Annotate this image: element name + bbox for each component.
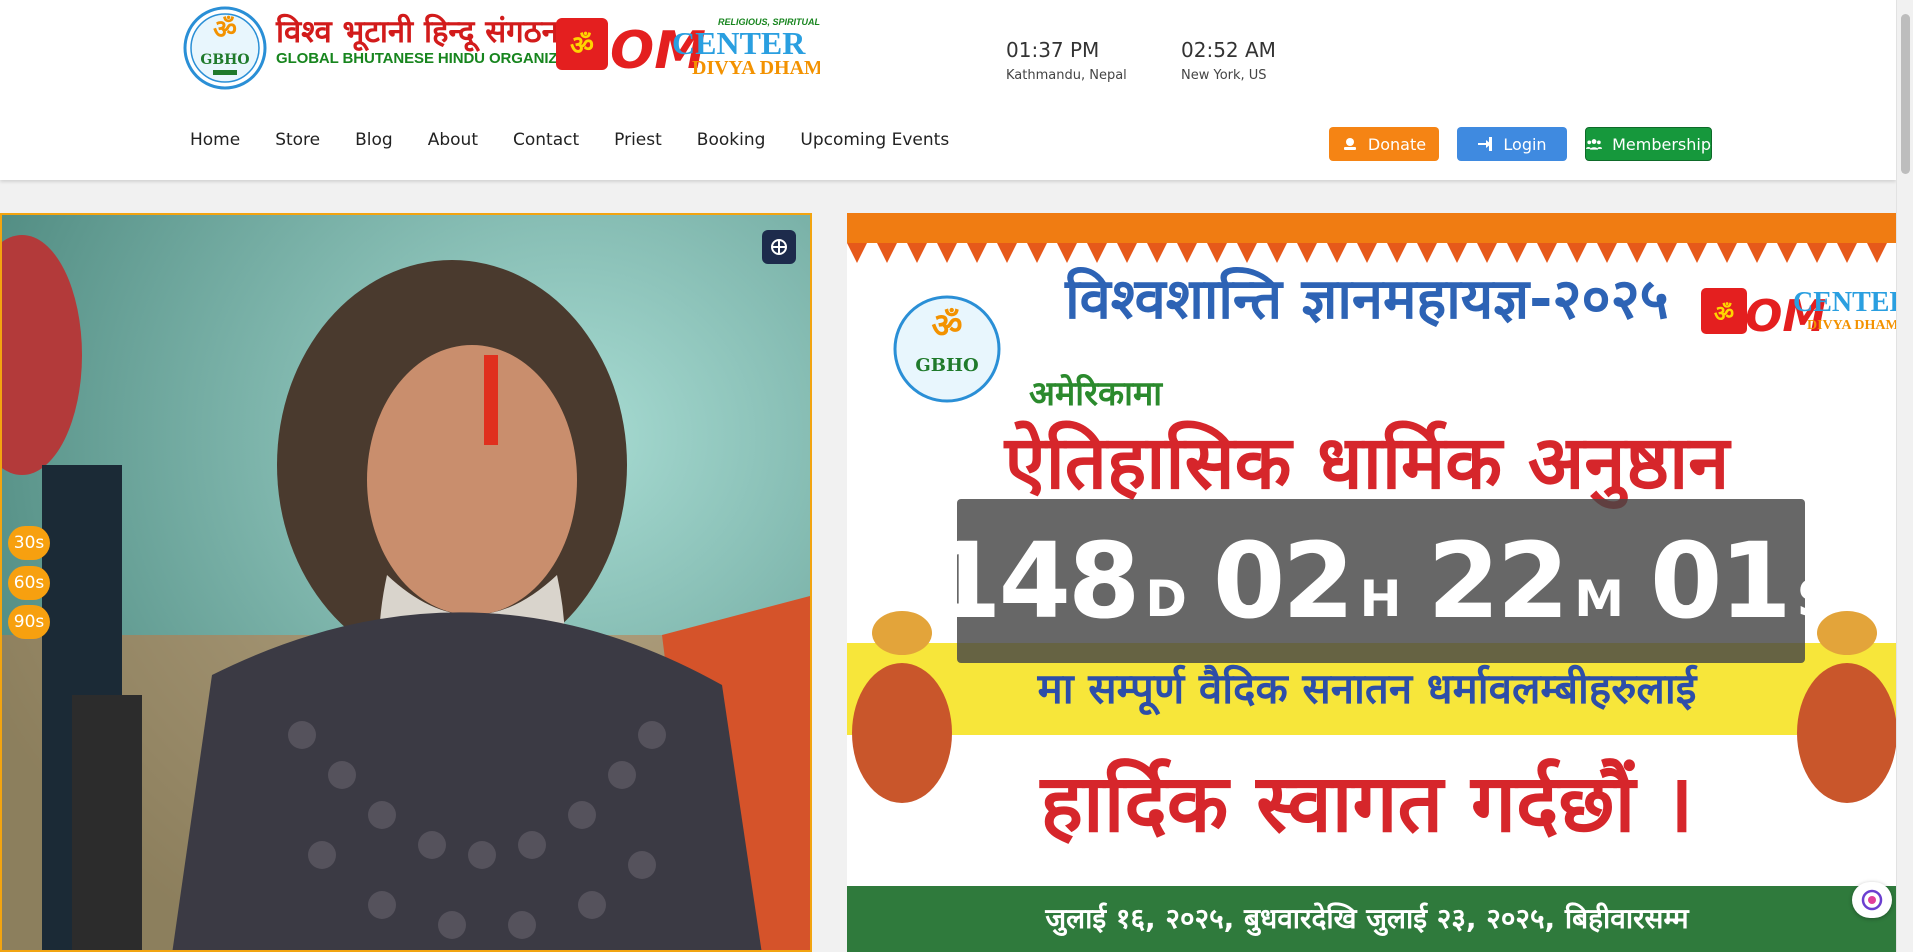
- om-center-logo-icon[interactable]: ॐ OM RELIGIOUS, SPIRITUAL & CULTURAL CEN…: [554, 14, 820, 76]
- assistant-button[interactable]: [1852, 882, 1892, 918]
- hand-coin-icon: [1343, 138, 1356, 150]
- video-frame-sadhu: [2, 215, 810, 950]
- svg-text:जुलाई १६, २०२५, बुधवारदेखि जुल: जुलाई १६, २०२५, बुधवारदेखि जुलाई २३, २०२…: [1044, 902, 1689, 936]
- video-player[interactable]: [0, 213, 812, 952]
- nav-upcoming-events[interactable]: Upcoming Events: [800, 130, 949, 150]
- nav-booking[interactable]: Booking: [697, 130, 766, 150]
- sign-in-icon: [1478, 137, 1493, 151]
- svg-text:मा सम्पूर्ण वैदिक सनातन धर्माव: मा सम्पूर्ण वैदिक सनातन धर्मावलम्बीहरुला…: [1037, 664, 1699, 716]
- svg-text:ॐ: ॐ: [1714, 301, 1734, 327]
- duration-30s-button[interactable]: 30s: [8, 526, 50, 560]
- countdown-minutes: 22: [1427, 520, 1569, 642]
- page-scrollbar[interactable]: [1896, 0, 1913, 952]
- nav-about[interactable]: About: [428, 130, 478, 150]
- clock-new-york: 02:52 AM New York, US: [1181, 37, 1276, 86]
- gbho-logo-icon[interactable]: ॐ GBHO: [183, 6, 267, 90]
- svg-text:ऐतिहासिक धार्मिक अनुष्ठान: ऐतिहासिक धार्मिक अनुष्ठान: [1003, 420, 1733, 509]
- clock-time: 02:52 AM: [1181, 38, 1276, 62]
- donate-button[interactable]: Donate: [1329, 127, 1439, 161]
- toggle-icon: [771, 239, 787, 255]
- svg-text:CENTER: CENTER: [1793, 287, 1896, 318]
- countdown-hours-unit: H: [1359, 570, 1402, 628]
- svg-text:GBHO: GBHO: [200, 52, 249, 68]
- assistant-icon: [1861, 889, 1883, 911]
- clock-city: New York, US: [1181, 68, 1267, 83]
- clock-kathmandu: 01:37 PM Kathmandu, Nepal: [1006, 37, 1127, 86]
- clock-time: 01:37 PM: [1006, 38, 1100, 62]
- countdown-days: 148: [929, 520, 1140, 642]
- svg-text:ॐ: ॐ: [213, 15, 237, 45]
- main-nav: Home Store Blog About Contact Priest Boo…: [190, 130, 984, 150]
- login-label: Login: [1503, 134, 1547, 154]
- membership-button[interactable]: Membership: [1585, 127, 1712, 161]
- countdown-minutes-unit: M: [1574, 570, 1624, 628]
- scrollbar-thumb[interactable]: [1901, 14, 1910, 174]
- nav-priest[interactable]: Priest: [614, 130, 662, 150]
- nav-blog[interactable]: Blog: [355, 130, 393, 150]
- duration-90s-button[interactable]: 90s: [8, 605, 50, 639]
- nav-store[interactable]: Store: [275, 130, 320, 150]
- nav-contact[interactable]: Contact: [513, 130, 579, 150]
- nav-home[interactable]: Home: [190, 130, 240, 150]
- svg-text:अमेरिकामा: अमेरिकामा: [1029, 373, 1163, 414]
- clock-city: Kathmandu, Nepal: [1006, 68, 1127, 83]
- svg-text:हार्दिक स्वागत गर्दछौं ।: हार्दिक स्वागत गर्दछौं ।: [1039, 757, 1694, 850]
- svg-text:ॐ: ॐ: [931, 306, 962, 346]
- login-button[interactable]: Login: [1457, 127, 1567, 161]
- svg-text:ॐ: ॐ: [570, 31, 594, 61]
- countdown-seconds-unit: S: [1796, 570, 1833, 628]
- svg-text:GBHO: GBHO: [915, 355, 978, 376]
- duration-60s-button[interactable]: 60s: [8, 566, 50, 600]
- event-countdown: 148 D 02 H 22 M 01 S: [929, 499, 1833, 663]
- video-toggle-button[interactable]: [762, 230, 796, 264]
- donate-label: Donate: [1367, 134, 1427, 154]
- countdown-days-unit: D: [1145, 570, 1187, 628]
- users-icon: [1586, 139, 1603, 150]
- membership-label: Membership: [1612, 134, 1711, 154]
- site-header: ॐ GBHO विश्व भूटानी हिन्दू संगठन GLOBAL …: [0, 0, 1896, 180]
- svg-text:विश्वशान्ति ज्ञानमहायज्ञ-२०२५: विश्वशान्ति ज्ञानमहायज्ञ-२०२५: [1064, 266, 1669, 332]
- svg-text:DIVYA DHAM: DIVYA DHAM: [1807, 318, 1896, 333]
- svg-text:CENTER: CENTER: [672, 25, 806, 61]
- countdown-hours: 02: [1212, 520, 1355, 642]
- countdown-seconds: 01: [1649, 520, 1792, 642]
- svg-text:DIVYA DHAM: DIVYA DHAM: [692, 57, 820, 76]
